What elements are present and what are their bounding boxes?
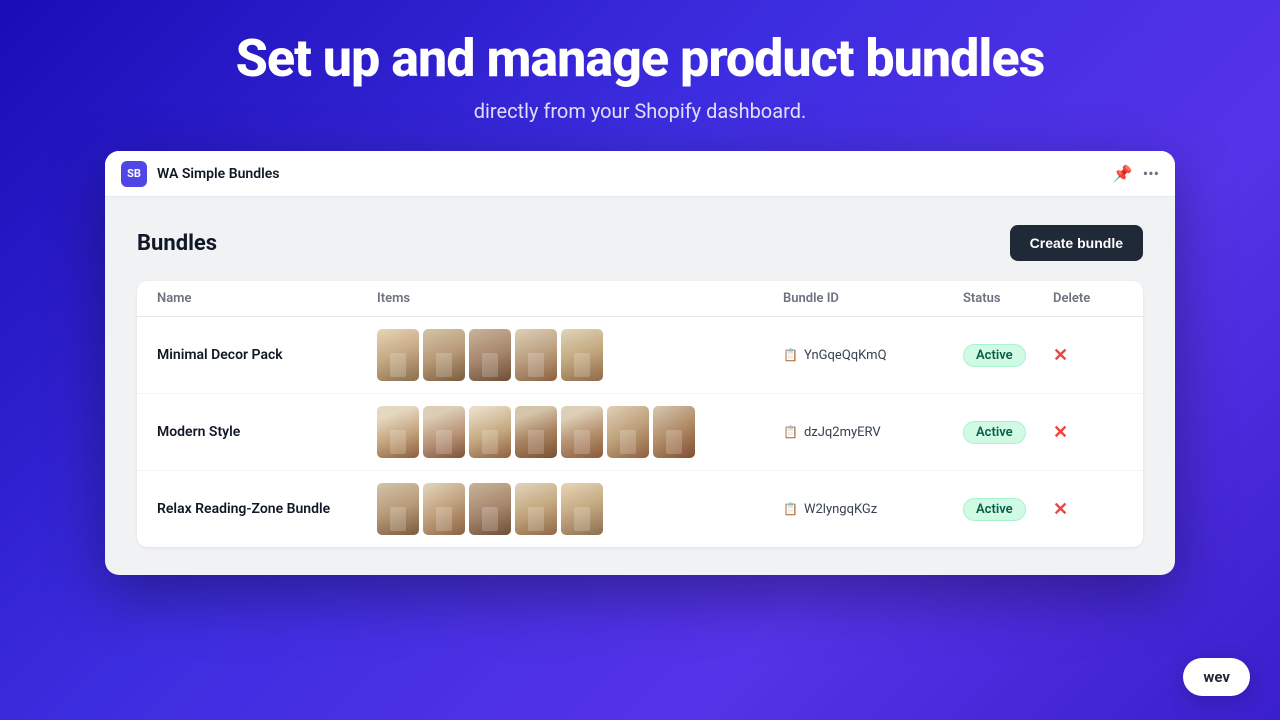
bundle-id-cell: 📋 dzJq2myERV [783, 425, 963, 440]
product-thumbnail [515, 483, 557, 535]
table-row: Relax Reading-Zone Bundle 📋 W2lyngqKGz A… [137, 471, 1143, 547]
product-thumbnail [469, 483, 511, 535]
product-thumbnail [561, 406, 603, 458]
delete-cell: ✕ [1053, 345, 1123, 366]
product-thumbnail [607, 406, 649, 458]
bundle-id-cell: 📋 W2lyngqKGz [783, 502, 963, 517]
items-cell [377, 483, 783, 535]
status-badge: Active [963, 498, 1026, 521]
bundles-table: Name Items Bundle ID Status Delete Minim… [137, 281, 1143, 547]
app-name: WA Simple Bundles [157, 166, 1103, 182]
delete-cell: ✕ [1053, 422, 1123, 443]
product-thumbnail [561, 329, 603, 381]
delete-button[interactable]: ✕ [1053, 499, 1068, 520]
product-thumbnail [377, 406, 419, 458]
product-thumbnail [515, 406, 557, 458]
status-badge: Active [963, 421, 1026, 444]
product-thumbnail [469, 329, 511, 381]
row-name: Relax Reading-Zone Bundle [157, 501, 377, 517]
header-name: Name [157, 291, 377, 306]
delete-button[interactable]: ✕ [1053, 345, 1068, 366]
status-cell: Active [963, 421, 1053, 444]
delete-button[interactable]: ✕ [1053, 422, 1068, 443]
bundle-id-value: dzJq2myERV [804, 425, 881, 440]
titlebar: SB WA Simple Bundles 📌 ••• [105, 151, 1175, 197]
copy-icon[interactable]: 📋 [783, 502, 798, 516]
main-content: Bundles Create bundle Name Items Bundle … [105, 197, 1175, 575]
more-options-icon[interactable]: ••• [1143, 164, 1159, 183]
product-thumbnail [561, 483, 603, 535]
header-items: Items [377, 291, 783, 306]
header-bundle-id: Bundle ID [783, 291, 963, 306]
product-thumbnail [515, 329, 557, 381]
app-icon: SB [121, 161, 147, 187]
bundles-title: Bundles [137, 231, 217, 256]
app-window: SB WA Simple Bundles 📌 ••• Bundles Creat… [105, 151, 1175, 575]
items-cell [377, 329, 783, 381]
product-thumbnail [377, 483, 419, 535]
wev-badge: wev [1183, 658, 1250, 696]
bundle-id-value: W2lyngqKGz [804, 502, 877, 517]
copy-icon[interactable]: 📋 [783, 348, 798, 362]
header-delete: Delete [1053, 291, 1123, 306]
bundle-id-value: YnGqeQqKmQ [804, 348, 887, 363]
table-row: Minimal Decor Pack 📋 YnGqeQqKmQ Active ✕ [137, 317, 1143, 394]
product-thumbnail [423, 483, 465, 535]
table-header: Name Items Bundle ID Status Delete [137, 281, 1143, 317]
items-cell [377, 406, 783, 458]
create-bundle-button[interactable]: Create bundle [1010, 225, 1143, 261]
row-name: Minimal Decor Pack [157, 347, 377, 363]
product-thumbnail [423, 329, 465, 381]
header-status: Status [963, 291, 1053, 306]
row-name: Modern Style [157, 424, 377, 440]
status-cell: Active [963, 498, 1053, 521]
hero-title: Set up and manage product bundles [236, 30, 1045, 87]
hero-subtitle: directly from your Shopify dashboard. [474, 99, 807, 123]
bundles-header: Bundles Create bundle [137, 225, 1143, 261]
copy-icon[interactable]: 📋 [783, 425, 798, 439]
product-thumbnail [423, 406, 465, 458]
status-badge: Active [963, 344, 1026, 367]
titlebar-actions: 📌 ••• [1113, 164, 1159, 183]
pin-icon[interactable]: 📌 [1113, 164, 1133, 183]
product-thumbnail [653, 406, 695, 458]
product-thumbnail [469, 406, 511, 458]
delete-cell: ✕ [1053, 499, 1123, 520]
table-row: Modern Style 📋 dzJq2myERV Active [137, 394, 1143, 471]
product-thumbnail [377, 329, 419, 381]
bundle-id-cell: 📋 YnGqeQqKmQ [783, 348, 963, 363]
status-cell: Active [963, 344, 1053, 367]
